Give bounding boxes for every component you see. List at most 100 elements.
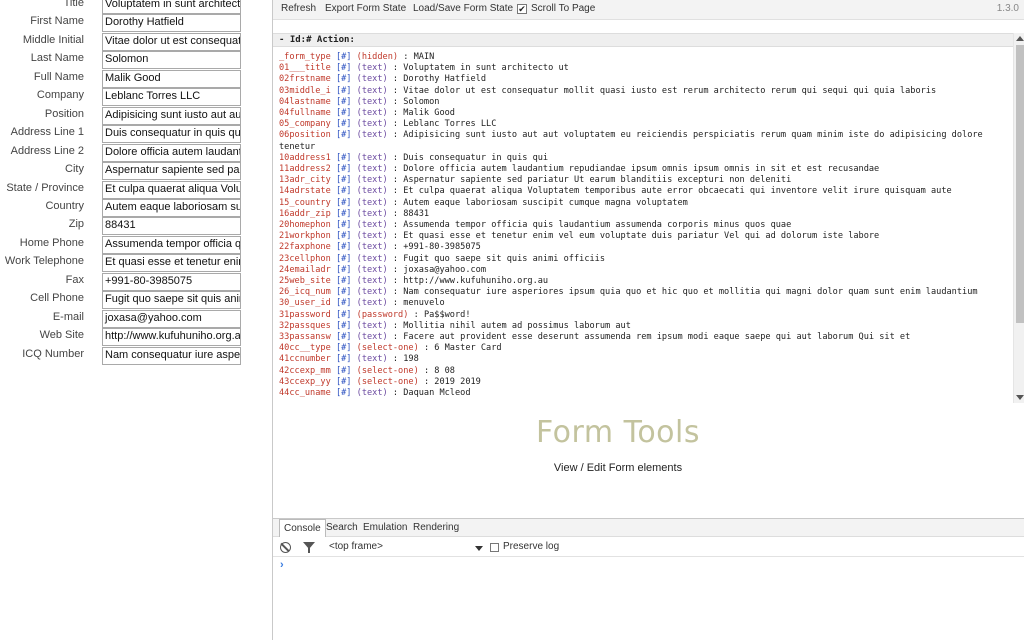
- form-field-input[interactable]: joxasa@yahoo.com: [102, 309, 241, 328]
- log-field-name: 32passques: [279, 320, 331, 331]
- tab-emulation[interactable]: Emulation: [359, 519, 411, 537]
- log-field-name: 23cellphon: [279, 253, 331, 264]
- refresh-button[interactable]: Refresh: [281, 3, 316, 14]
- log-field-name: 05_company: [279, 119, 331, 130]
- form-row: Middle Initial Vitae dolor ut est consequ…: [0, 32, 270, 51]
- form-row: City Aspernatur sapiente sed pariatur: [0, 162, 270, 181]
- form-row: Address Line 1 Duis consequatur in quis q…: [0, 125, 270, 144]
- form-field-label: Last Name: [30, 52, 84, 65]
- log-field-value: : menuvelo: [392, 298, 445, 309]
- form-field-input[interactable]: Nam consequatur iure asperiores: [102, 346, 241, 365]
- form-field-input[interactable]: Autem eaque laboriosam suscipit: [102, 198, 241, 217]
- load-save-form-state-button[interactable]: Load/Save Form State: [413, 3, 513, 14]
- form-field-input[interactable]: Duis consequatur in quis qui: [102, 125, 241, 144]
- log-field-value: : 2019 2019: [423, 376, 481, 387]
- preserve-log-label[interactable]: Preserve log: [503, 541, 559, 552]
- log-field-value: : Voluptatem in sunt architecto ut: [392, 63, 569, 74]
- form-field-input[interactable]: Fugit quo saepe sit quis animi: [102, 291, 241, 310]
- form-field-input[interactable]: Adipisicing sunt iusto aut aut: [102, 106, 241, 125]
- log-line: 30_user_id [#] (text) : menuvelo: [279, 298, 1013, 309]
- log-field-value: : joxasa@yahoo.com: [392, 264, 487, 275]
- form-field-input[interactable]: Voluptatem in sunt architecto ut: [102, 0, 241, 14]
- scroll-to-page-checkbox[interactable]: ✔: [517, 4, 527, 14]
- log-field-name: 11address2: [279, 164, 331, 175]
- form-field-label: City: [65, 163, 84, 176]
- form-field-input[interactable]: http://www.kufuhuniho.org.au: [102, 328, 241, 347]
- log-field-type: (text): [356, 63, 388, 74]
- log-field-id: [#]: [335, 332, 352, 343]
- dropdown-arrow-icon[interactable]: [475, 546, 483, 551]
- log-field-id: [#]: [335, 376, 352, 387]
- log-line: 22faxphone [#] (text) : +991-80-3985075: [279, 242, 1013, 253]
- log-field-value: : Dorothy Hatfield: [392, 74, 487, 85]
- form-field-input[interactable]: Dolore officia autem laudantium: [102, 143, 241, 162]
- form-row: Work Telephone Et quasi esse et tenetur e…: [0, 254, 270, 273]
- form-row: Country Autem eaque laboriosam suscipit: [0, 198, 270, 217]
- log-field-name: 25web_site: [279, 276, 331, 287]
- form-row: State / Province Et culpa quaerat aliqua …: [0, 180, 270, 199]
- log-line: 21workphon [#] (text) : Et quasi esse et…: [279, 231, 1013, 242]
- form-tools-panel: Refresh Export Form State Load/Save Form…: [272, 0, 1024, 640]
- form-field-input[interactable]: 88431: [102, 217, 241, 236]
- log-field-id: [#]: [335, 186, 352, 197]
- log-field-value: : Leblanc Torres LLC: [392, 119, 497, 130]
- log-field-type: (text): [356, 253, 388, 264]
- form-field-input[interactable]: Malik Good: [102, 69, 241, 88]
- form-field-input[interactable]: Et quasi esse et tenetur enim: [102, 254, 241, 273]
- log-field-id: [#]: [335, 96, 352, 107]
- export-form-state-button[interactable]: Export Form State: [325, 3, 406, 14]
- form-field-input[interactable]: Dorothy Hatfield: [102, 14, 241, 33]
- form-field-label: Country: [45, 199, 84, 212]
- form-field-input[interactable]: Leblanc Torres LLC: [102, 88, 241, 107]
- form-field-input[interactable]: Assumenda tempor officia quis: [102, 235, 241, 254]
- form-tools-toolbar: Refresh Export Form State Load/Save Form…: [273, 0, 1024, 20]
- form-field-label: ICQ Number: [22, 347, 84, 360]
- log-field-name: 14adrstate: [279, 186, 331, 197]
- preserve-log-checkbox[interactable]: [490, 543, 499, 552]
- form-field-input[interactable]: Et culpa quaerat aliqua Voluptatem: [102, 180, 241, 199]
- log-field-type: (text): [356, 388, 388, 399]
- log-field-id: [#]: [335, 197, 352, 208]
- log-field-id: [#]: [335, 74, 352, 85]
- tab-rendering[interactable]: Rendering: [409, 519, 463, 537]
- log-header: - Id:# Action:: [273, 33, 1013, 47]
- filter-icon[interactable]: [303, 542, 315, 553]
- log-field-value: : Pa$$word!: [413, 309, 471, 320]
- scroll-up-arrow-icon[interactable]: [1016, 36, 1024, 41]
- log-field-value: : Mollitia nihil autem ad possimus labor…: [392, 320, 631, 331]
- form-field-input[interactable]: Aspernatur sapiente sed pariatur: [102, 162, 241, 181]
- log-field-id: [#]: [335, 287, 352, 298]
- tab-console[interactable]: Console: [279, 519, 326, 537]
- scroll-thumb[interactable]: [1016, 45, 1024, 323]
- log-field-id: [#]: [335, 242, 352, 253]
- log-field-value: : Facere aut provident esse deserunt ass…: [392, 332, 911, 343]
- form-field-input[interactable]: Vitae dolor ut est consequatur: [102, 32, 241, 51]
- scroll-down-arrow-icon[interactable]: [1016, 395, 1024, 400]
- log-line: 15_country [#] (text) : Autem eaque labo…: [279, 198, 1013, 209]
- form-row: Fax +991-80-3985075: [0, 272, 270, 291]
- tab-search[interactable]: Search: [322, 519, 362, 537]
- log-scrollbar[interactable]: [1013, 33, 1024, 403]
- log-field-type: (text): [356, 130, 388, 141]
- log-field-id: [#]: [335, 365, 352, 376]
- form-field-label: Zip: [68, 218, 84, 231]
- log-field-id: [#]: [335, 119, 352, 130]
- log-line: 25web_site [#] (text) : http://www.kufuh…: [279, 276, 1013, 287]
- log-field-name: 43ccexp_yy: [279, 376, 331, 387]
- log-field-id: [#]: [335, 309, 352, 320]
- log-field-name: 21workphon: [279, 231, 331, 242]
- log-field-name: 31password: [279, 309, 331, 320]
- log-line: 05_company [#] (text) : Leblanc Torres L…: [279, 119, 1013, 130]
- log-field-type: (text): [356, 354, 388, 365]
- form-row: Title Voluptatem in sunt architecto ut: [0, 0, 270, 14]
- form-field-label: Title: [63, 0, 84, 9]
- console-prompt-icon[interactable]: ›: [280, 559, 284, 571]
- scroll-to-page-label[interactable]: Scroll To Page: [531, 3, 595, 14]
- frame-select[interactable]: <top frame>: [329, 541, 485, 554]
- log-field-value: : Dolore officia autem laudantium repudi…: [392, 164, 880, 175]
- version-label: 1.3.0: [996, 3, 1019, 14]
- clear-console-icon[interactable]: [280, 542, 291, 553]
- log-line: 32passques [#] (text) : Mollitia nihil a…: [279, 321, 1013, 332]
- form-field-input[interactable]: Solomon: [102, 51, 241, 70]
- form-field-input[interactable]: +991-80-3985075: [102, 272, 241, 291]
